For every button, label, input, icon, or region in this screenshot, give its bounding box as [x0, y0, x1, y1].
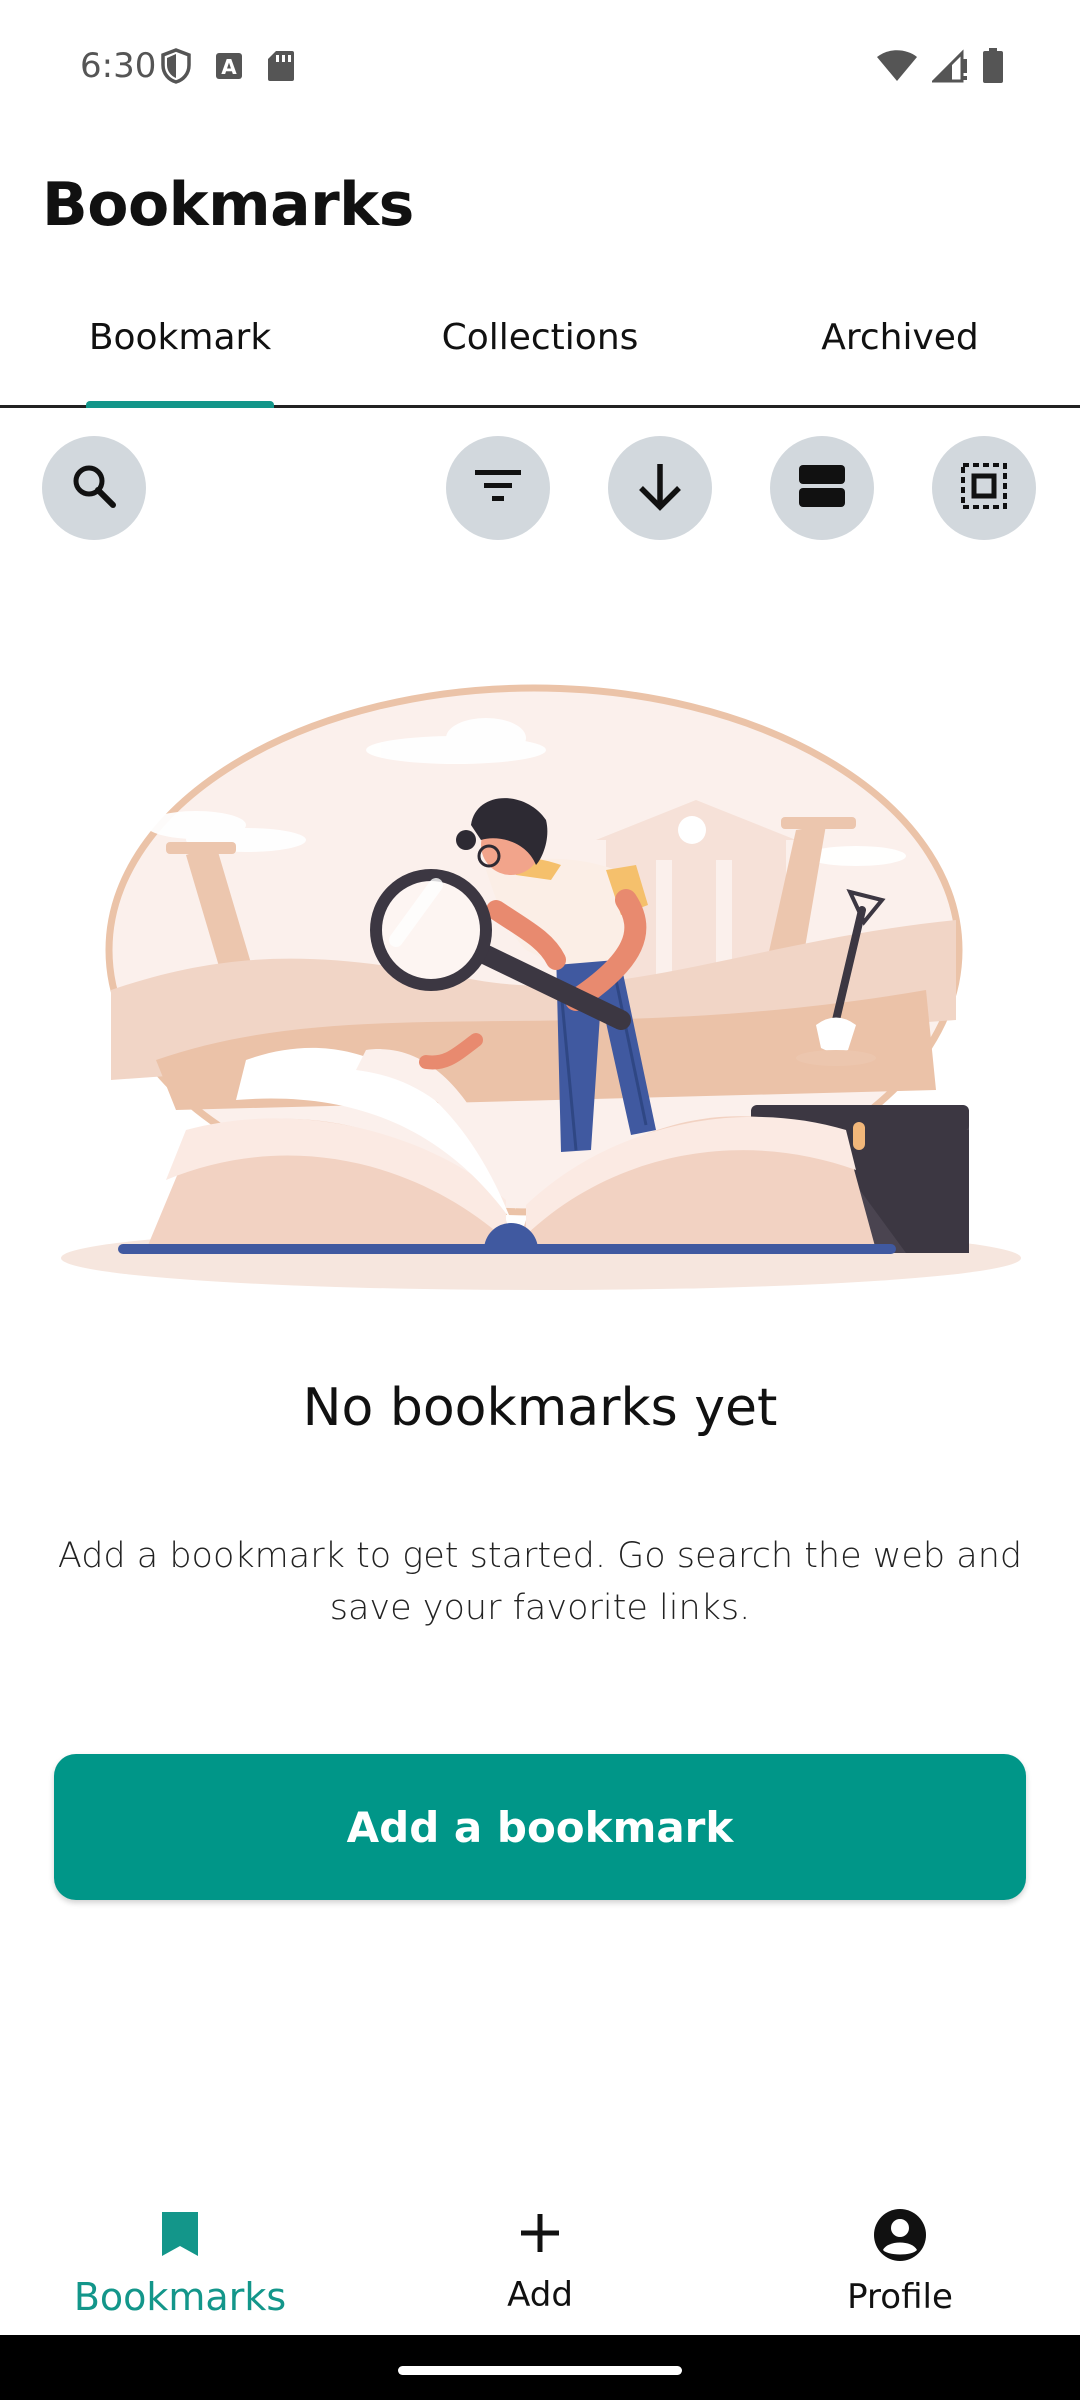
empty-state-title: No bookmarks yet: [302, 1378, 778, 1438]
status-bar: 6:30 A: [0, 0, 1080, 135]
nav-item-bookmarks[interactable]: Bookmarks: [0, 2180, 360, 2335]
plus-icon: [516, 2208, 564, 2265]
page-title: Bookmarks: [42, 170, 414, 240]
gesture-handle[interactable]: [398, 2366, 682, 2375]
account-circle-icon: [873, 2208, 927, 2267]
bookmark-icon: [158, 2208, 202, 2265]
filter-icon: [473, 466, 523, 511]
view-layout-button[interactable]: [770, 436, 874, 540]
signal-icon: [930, 49, 968, 88]
status-right-icons: [876, 48, 1004, 89]
nav-label: Profile: [847, 2277, 953, 2317]
bottom-navigation: Bookmarks Add Profile: [0, 2180, 1080, 2335]
tab-bar: Bookmark Collections Archived: [0, 290, 1080, 408]
sort-down-icon: [635, 460, 685, 517]
tab-bookmark[interactable]: Bookmark: [0, 290, 360, 408]
add-bookmark-button[interactable]: Add a bookmark: [54, 1754, 1026, 1900]
tab-label: Archived: [821, 317, 979, 358]
sd-card-icon: [266, 49, 296, 88]
svg-text:A: A: [221, 55, 237, 79]
tab-collections[interactable]: Collections: [360, 290, 720, 405]
search-icon: [69, 461, 119, 516]
battery-icon: [982, 48, 1004, 89]
nav-label: Add: [507, 2275, 573, 2315]
filter-button[interactable]: [446, 436, 550, 540]
status-left-icons: A: [160, 48, 296, 89]
nav-item-profile[interactable]: Profile: [720, 2180, 1080, 2335]
status-time: 6:30: [80, 46, 157, 86]
tab-archived[interactable]: Archived: [720, 290, 1080, 405]
tab-active-indicator: [86, 401, 274, 408]
tab-label: Collections: [441, 317, 639, 358]
nav-label: Bookmarks: [73, 2275, 287, 2319]
select-all-icon: [959, 461, 1009, 516]
font-icon: A: [214, 51, 244, 86]
search-button[interactable]: [42, 436, 146, 540]
empty-state-description: Add a bookmark to get started. Go search…: [57, 1536, 1023, 1628]
tab-label: Bookmark: [88, 317, 272, 358]
select-all-button[interactable]: [932, 436, 1036, 540]
view-layout-icon: [797, 463, 847, 514]
wifi-icon: [876, 49, 918, 88]
sort-button[interactable]: [608, 436, 712, 540]
empty-state-illustration: [56, 660, 1026, 1300]
shield-icon: [160, 48, 192, 89]
nav-item-add[interactable]: Add: [360, 2180, 720, 2335]
